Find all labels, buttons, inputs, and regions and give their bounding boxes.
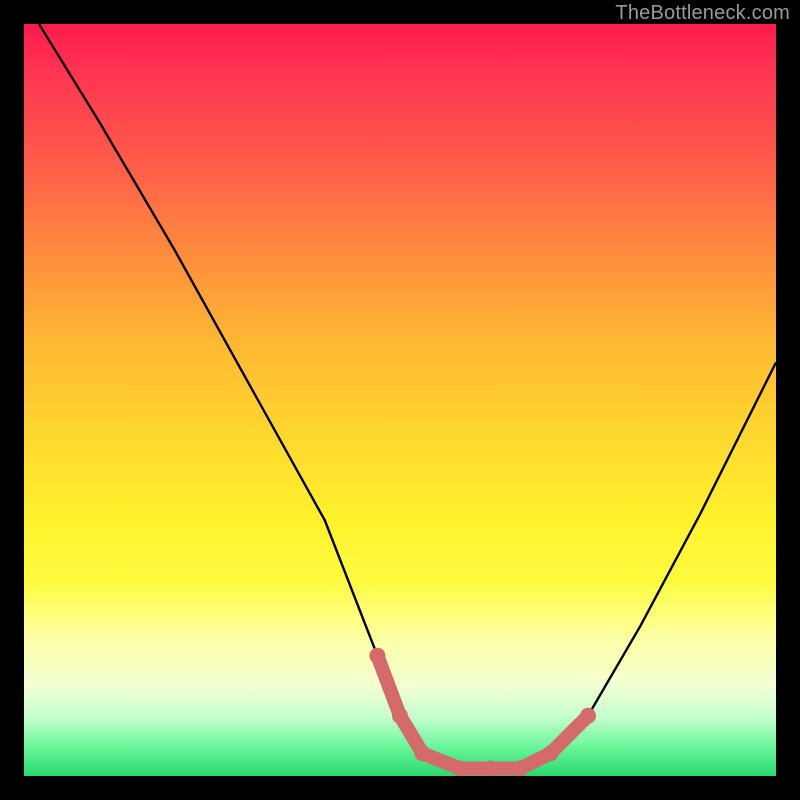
highlight-dot [580, 708, 596, 724]
highlight-dot [369, 648, 385, 664]
chart-svg [24, 24, 776, 776]
highlight-dot [415, 745, 431, 761]
highlight-dot [452, 761, 468, 777]
highlight-dot [482, 761, 498, 777]
plot-area [24, 24, 776, 776]
bottleneck-curve-path [39, 24, 776, 769]
chart-frame: TheBottleneck.com [0, 0, 800, 800]
highlight-dot [512, 761, 528, 777]
optimal-zone [369, 648, 596, 776]
highlight-dot [392, 708, 408, 724]
watermark-label: TheBottleneck.com [615, 2, 790, 25]
highlight-dot [542, 745, 558, 761]
